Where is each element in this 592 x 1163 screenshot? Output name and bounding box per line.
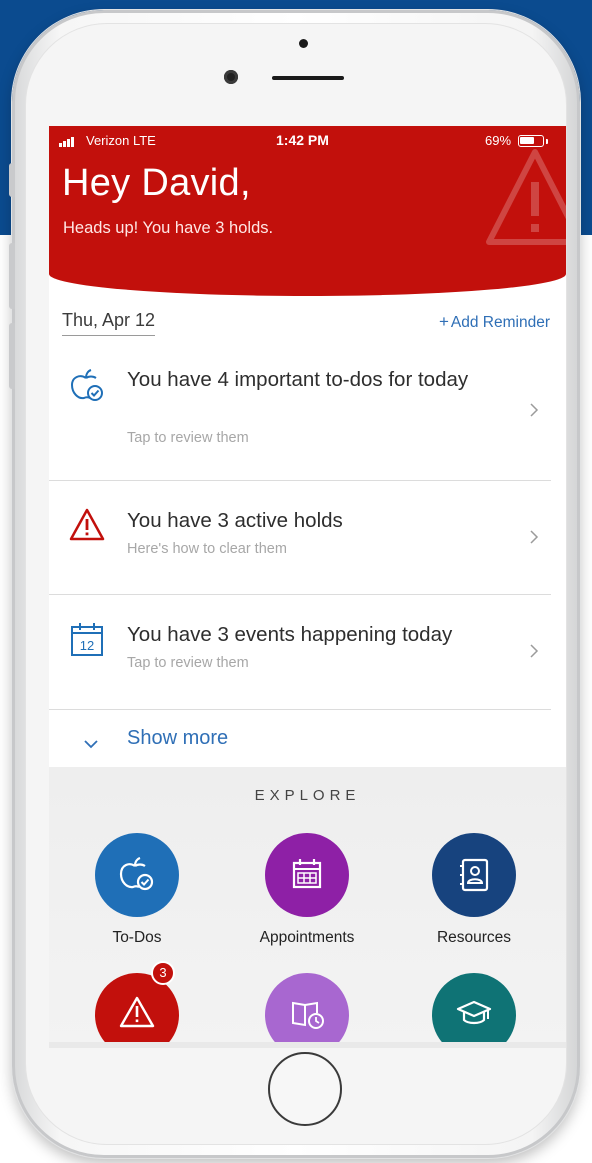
calendar-icon: 12 [71,623,103,656]
tile-circle [265,833,349,917]
book-clock-icon [292,1001,324,1029]
mute-switch [9,163,15,197]
calendar-day-text: 12 [80,638,94,653]
chevron-right-icon [530,644,539,658]
graduation-cap-icon [456,1000,492,1025]
holds-subtitle: Heads up! You have 3 holds. [63,219,274,237]
apple-check-icon [119,856,154,891]
status-time: 1:42 PM [276,132,329,148]
tile-circle [432,833,516,917]
app-screen: Verizon LTE 1:42 PM 69% Hey David, Heads… [49,126,566,1042]
front-camera [224,70,238,84]
card-title: You have 3 events happening today [127,623,453,646]
tile-academics[interactable] [404,973,544,1042]
add-reminder-label: Add Reminder [450,314,550,331]
earpiece-speaker [272,76,344,80]
tile-learning[interactable] [237,973,377,1042]
contacts-book-icon [460,858,489,892]
card-title: You have 4 important to-dos for today [127,368,469,391]
volume-up-button [9,243,15,309]
tile-resources[interactable]: Resources [404,833,544,953]
tile-todos[interactable]: To-Dos [67,833,207,953]
card-title: You have 3 active holds [127,509,343,532]
current-date: Thu, Apr 12 [62,310,156,336]
warning-watermark-icon [486,149,566,245]
explore-title: EXPLORE [254,787,361,804]
greeting-header: Verizon LTE 1:42 PM 69% Hey David, Heads… [49,126,566,296]
tile-appointments[interactable]: Appointments [237,833,377,953]
card-subtitle: Tap to review them [127,655,249,671]
battery-tip [546,139,548,144]
chevron-down-icon [84,740,98,749]
home-button[interactable] [268,1052,342,1126]
tile-circle [265,973,349,1042]
tile-circle [95,833,179,917]
holds-count-badge: 3 [151,961,175,985]
warning-icon [69,508,105,541]
tile-circle [432,973,516,1042]
battery-level [520,137,534,144]
apple-check-icon [70,369,103,401]
volume-down-button [9,323,15,389]
date-row: Thu, Apr 12 + Add Reminder [49,306,566,342]
tile-holds[interactable]: 3 [67,961,207,1042]
greeting-title: Hey David, [62,162,251,204]
tile-label: Resources [436,929,512,946]
screen-edge [49,1042,566,1048]
add-reminder-button[interactable]: + Add Reminder [439,312,550,332]
plus-icon: + [438,312,449,331]
holds-card[interactable]: You have 3 active holds Here's how to cl… [49,481,551,595]
carrier-label: Verizon LTE [86,133,156,148]
signal-icon [59,137,74,147]
card-subtitle: Here's how to clear them [127,541,287,557]
calendar-icon [292,859,322,889]
explore-section: EXPLORE To-Dos Appointments Resources 3 [49,767,566,1042]
events-card[interactable]: 12 You have 3 events happening today Tap… [49,595,551,710]
tile-label: Appointments [259,929,355,946]
chevron-right-icon [530,530,539,544]
show-more-button[interactable]: Show more [49,722,566,766]
todos-card[interactable]: You have 4 important to-dos for today Ta… [49,364,551,481]
sensor-dot [299,39,308,48]
show-more-label: Show more [127,727,229,749]
tile-label: To-Dos [112,929,162,946]
card-subtitle: Tap to review them [127,430,249,446]
chevron-right-icon [530,403,539,417]
